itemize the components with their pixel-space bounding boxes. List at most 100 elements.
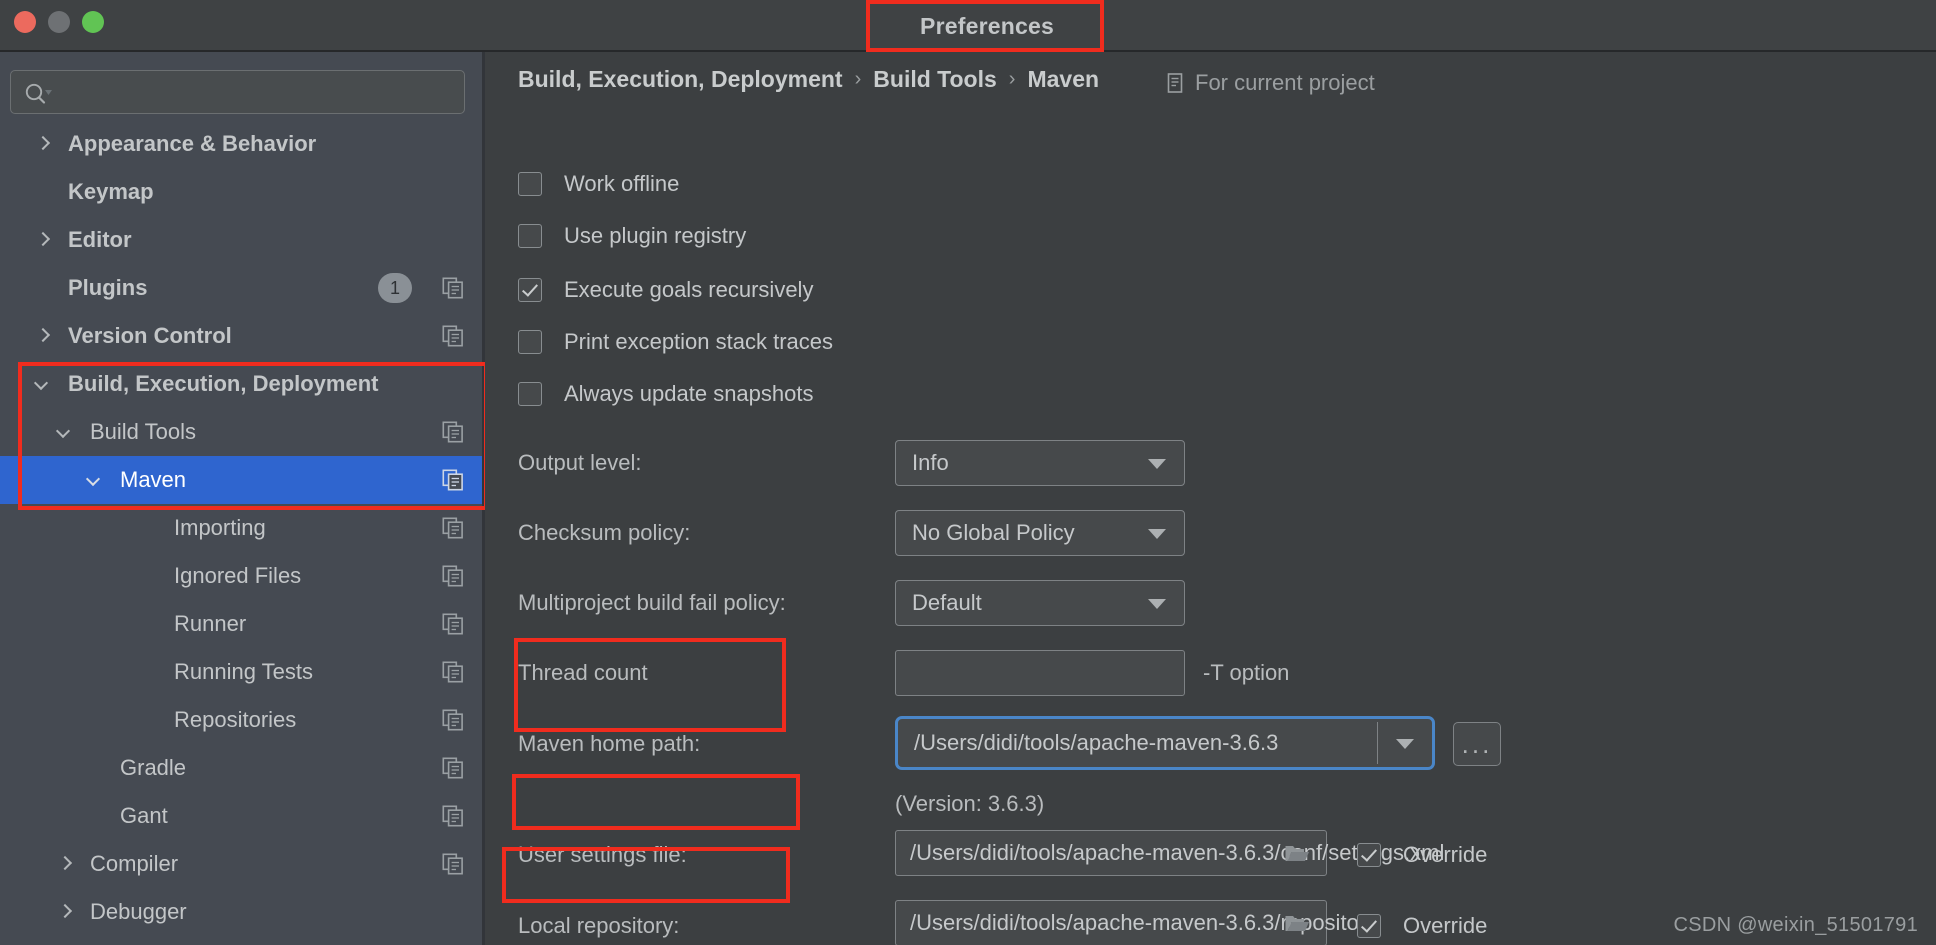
sidebar-item-importing[interactable]: Importing — [0, 504, 482, 552]
copy-settings-icon[interactable] — [442, 517, 464, 539]
copy-settings-icon[interactable] — [442, 853, 464, 875]
sidebar-item-label: Version Control — [68, 323, 232, 348]
checkbox-box[interactable] — [518, 172, 542, 196]
chevron-right-icon[interactable] — [34, 326, 54, 346]
chevron-down-icon — [1148, 529, 1166, 539]
project-scope-text: For current project — [1195, 70, 1375, 95]
sidebar-item-runner[interactable]: Runner — [0, 600, 482, 648]
copy-settings-icon[interactable] — [442, 565, 464, 587]
local-repository-override-checkbox[interactable]: Override — [1357, 913, 1487, 939]
local-repository-input[interactable]: /Users/didi/tools/apache-maven-3.6.3/rep… — [895, 900, 1377, 945]
copy-settings-icon[interactable] — [442, 613, 464, 635]
copy-settings-icon[interactable] — [442, 421, 464, 443]
sidebar-item-maven[interactable]: Maven — [0, 456, 482, 504]
output-level-label: Output level: — [518, 450, 642, 475]
maven-home-path-dropdown[interactable]: /Users/didi/tools/apache-maven-3.6.3 — [895, 716, 1435, 770]
sidebar-item-repositories[interactable]: Repositories — [0, 696, 482, 744]
maven-home-path-label: Maven home path: — [518, 731, 701, 756]
checkbox-always-update-snapshots[interactable]: Always update snapshots — [518, 381, 814, 407]
chevron-right-icon: › — [854, 68, 862, 90]
checkbox-box[interactable] — [518, 224, 542, 248]
chevron-down-icon[interactable] — [56, 422, 76, 442]
sidebar-item-label: Editor — [68, 227, 132, 252]
sidebar-item-ignored-files[interactable]: Ignored Files — [0, 552, 482, 600]
thread-count-input[interactable] — [895, 650, 1185, 696]
window-title: Preferences — [920, 13, 1054, 39]
copy-settings-icon[interactable] — [442, 709, 464, 731]
chevron-right-icon[interactable] — [56, 854, 76, 874]
minimize-window-button[interactable] — [48, 11, 70, 33]
chevron-down-icon[interactable] — [34, 374, 54, 394]
sidebar-item-label: Plugins — [68, 275, 148, 300]
thread-count-hint: -T option — [1203, 660, 1290, 685]
user-settings-override-checkbox[interactable]: Override — [1357, 842, 1487, 868]
title-bar: Preferences — [0, 0, 1936, 52]
search-input[interactable] — [59, 71, 461, 115]
checkbox-print-exception-stack-traces[interactable]: Print exception stack traces — [518, 329, 833, 355]
sidebar-item-plugins[interactable]: Plugins 1 — [0, 264, 482, 312]
output-level-dropdown[interactable]: Info — [895, 440, 1185, 486]
checkbox-box[interactable] — [1357, 914, 1381, 938]
copy-settings-icon[interactable] — [442, 661, 464, 683]
checkbox-box[interactable] — [518, 330, 542, 354]
chevron-right-icon[interactable] — [34, 230, 54, 250]
user-settings-file-label: User settings file: — [518, 842, 687, 867]
sidebar-item-label: Debugger — [90, 899, 187, 924]
checkbox-box[interactable] — [1357, 843, 1381, 867]
search-box[interactable] — [10, 70, 465, 115]
sidebar-item-debugger[interactable]: Debugger — [0, 888, 482, 936]
copy-settings-icon[interactable] — [442, 805, 464, 827]
sidebar-item-label: Importing — [174, 515, 266, 540]
copy-settings-icon[interactable] — [442, 469, 464, 491]
checksum-policy-label: Checksum policy: — [518, 520, 691, 545]
chevron-down-icon[interactable] — [86, 470, 106, 490]
copy-settings-icon[interactable] — [442, 277, 464, 299]
checkbox-use-plugin-registry[interactable]: Use plugin registry — [518, 223, 746, 249]
maven-home-path-value: /Users/didi/tools/apache-maven-3.6.3 — [914, 730, 1279, 755]
sidebar-item-gant[interactable]: Gant — [0, 792, 482, 840]
ellipsis-icon: ... — [1461, 729, 1493, 759]
project-scope-icon — [1167, 73, 1183, 93]
chevron-down-icon — [1148, 459, 1166, 469]
sidebar-item-build-tools[interactable]: Build Tools — [0, 408, 482, 456]
chevron-right-icon[interactable] — [34, 134, 54, 154]
maven-home-browse-button[interactable]: ... — [1453, 722, 1501, 766]
chevron-down-icon — [1396, 739, 1414, 749]
breadcrumb-part-maven[interactable]: Maven — [1027, 66, 1099, 93]
copy-settings-icon[interactable] — [442, 757, 464, 779]
search-icon — [25, 83, 52, 104]
checksum-policy-dropdown[interactable]: No Global Policy — [895, 510, 1185, 556]
zoom-window-button[interactable] — [82, 11, 104, 33]
checkbox-work-offline[interactable]: Work offline — [518, 171, 679, 197]
project-scope-label[interactable]: For current project — [1165, 70, 1375, 96]
multiproject-policy-dropdown[interactable]: Default — [895, 580, 1185, 626]
checkbox-execute-goals-recursively[interactable]: Execute goals recursively — [518, 277, 813, 303]
sidebar-item-label: Build Tools — [90, 419, 196, 444]
sidebar-item-appearance-behavior[interactable]: Appearance & Behavior — [0, 120, 482, 168]
sidebar-item-build-execution-deployment[interactable]: Build, Execution, Deployment — [0, 360, 482, 408]
folder-open-icon[interactable] — [1284, 842, 1310, 864]
sidebar-item-keymap[interactable]: Keymap — [0, 168, 482, 216]
sidebar-item-editor[interactable]: Editor — [0, 216, 482, 264]
sidebar-item-label: Gradle — [120, 755, 187, 780]
copy-settings-icon[interactable] — [442, 325, 464, 347]
close-window-button[interactable] — [14, 11, 36, 33]
sidebar-item-compiler[interactable]: Compiler — [0, 840, 482, 888]
sidebar-item-running-tests[interactable]: Running Tests — [0, 648, 482, 696]
chevron-right-icon[interactable] — [56, 902, 76, 922]
breadcrumb-part-build-tools[interactable]: Build Tools — [873, 66, 997, 93]
sidebar-item-gradle[interactable]: Gradle — [0, 744, 482, 792]
sidebar-item-version-control[interactable]: Version Control — [0, 312, 482, 360]
breadcrumb-part-build-execution-deployment[interactable]: Build, Execution, Deployment — [518, 66, 843, 93]
folder-open-icon[interactable] — [1284, 912, 1310, 934]
checkbox-box[interactable] — [518, 382, 542, 406]
checkbox-label: Execute goals recursively — [564, 277, 814, 302]
thread-count-label: Thread count — [518, 660, 648, 685]
user-settings-file-input[interactable]: /Users/didi/tools/apache-maven-3.6.3/con… — [895, 830, 1444, 876]
checkbox-label: Use plugin registry — [564, 223, 747, 248]
sidebar-item-badge: 1 — [378, 273, 412, 303]
checkbox-box[interactable] — [518, 278, 542, 302]
